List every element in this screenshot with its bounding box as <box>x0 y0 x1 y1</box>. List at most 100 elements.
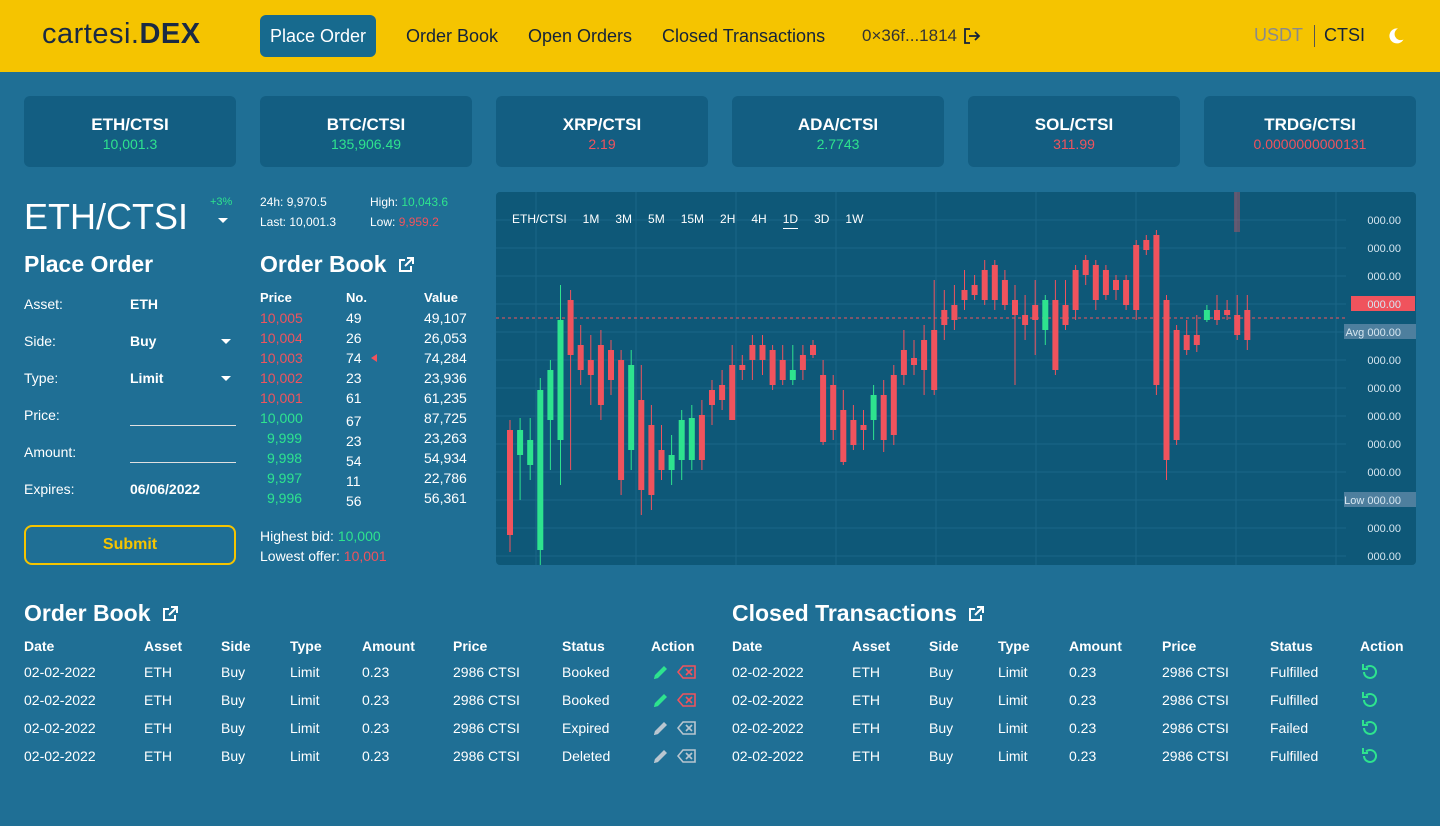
candle-body[interactable] <box>759 345 766 360</box>
order-book-row[interactable]: 9,998 54 54,934 <box>260 450 480 470</box>
candle-body[interactable] <box>638 400 645 490</box>
type-chevron-down-icon[interactable] <box>221 376 231 381</box>
candle-body[interactable] <box>1234 315 1241 335</box>
edit-pencil-icon[interactable] <box>651 662 671 682</box>
ticker-btc-ctsi[interactable]: BTC/CTSI 135,906.49 <box>260 96 472 167</box>
candle-body[interactable] <box>1193 335 1200 345</box>
candle-body[interactable] <box>1022 315 1029 325</box>
candle-body[interactable] <box>1102 270 1109 295</box>
edit-pencil-icon[interactable] <box>651 690 671 710</box>
candle-body[interactable] <box>840 410 847 462</box>
logo[interactable]: cartesi.DEX <box>42 18 201 51</box>
candle-body[interactable] <box>880 395 887 440</box>
candle-body[interactable] <box>971 285 978 295</box>
candle-body[interactable] <box>830 385 837 430</box>
candle-body[interactable] <box>1123 280 1130 305</box>
candle-body[interactable] <box>961 290 968 300</box>
candle-body[interactable] <box>1163 300 1170 460</box>
candle-body[interactable] <box>991 265 998 300</box>
candle-body[interactable] <box>537 390 544 550</box>
nav-order-book[interactable]: Order Book <box>396 15 508 57</box>
ticker-trdg-ctsi[interactable]: TRDG/CTSI 0.0000000000131 <box>1204 96 1416 167</box>
candle-body[interactable] <box>1143 240 1150 250</box>
interval-tab[interactable]: 1M <box>583 212 600 229</box>
delete-backspace-icon[interactable] <box>677 746 697 766</box>
interval-tab[interactable]: 3M <box>615 212 632 229</box>
candle-body[interactable] <box>567 300 574 355</box>
interval-tab[interactable]: 5M <box>648 212 665 229</box>
candle-body[interactable] <box>1153 235 1160 385</box>
candle-body[interactable] <box>547 370 554 420</box>
candle-body[interactable] <box>789 370 796 380</box>
candle-body[interactable] <box>779 360 786 380</box>
candle-body[interactable] <box>618 360 625 480</box>
candle-body[interactable] <box>911 358 917 365</box>
candle-body[interactable] <box>1203 310 1210 320</box>
candle-body[interactable] <box>820 375 827 442</box>
ticker-sol-ctsi[interactable]: SOL/CTSI 311.99 <box>968 96 1180 167</box>
candle-body[interactable] <box>931 330 938 390</box>
candle-body[interactable] <box>951 305 958 320</box>
candle-body[interactable] <box>981 270 988 300</box>
candle-body[interactable] <box>1173 330 1180 440</box>
submit-button[interactable]: Submit <box>24 525 236 565</box>
candle-body[interactable] <box>668 455 675 470</box>
candle-body[interactable] <box>1001 280 1008 305</box>
side-chevron-down-icon[interactable] <box>221 339 231 344</box>
nav-open-orders[interactable]: Open Orders <box>518 15 642 57</box>
candle-body[interactable] <box>729 365 736 420</box>
candle-body[interactable] <box>749 345 756 360</box>
candle-body[interactable] <box>1092 265 1099 300</box>
interval-tab[interactable]: 15M <box>681 212 704 229</box>
candle-body[interactable] <box>517 430 524 455</box>
redo-icon[interactable] <box>1360 690 1380 710</box>
interval-tab[interactable]: 4H <box>751 212 766 229</box>
candle-body[interactable] <box>507 430 513 535</box>
candle-body[interactable] <box>900 350 907 375</box>
candle-body[interactable] <box>688 418 695 460</box>
currency-usdt[interactable]: USDT <box>1254 25 1303 46</box>
candle-body[interactable] <box>850 420 857 445</box>
candlestick-chart[interactable]: 000.00 000.00 000.00 000.00 Avg 000.00 000.00… <box>496 192 1416 565</box>
candle-body[interactable] <box>648 425 655 495</box>
candle-body[interactable] <box>587 360 594 375</box>
candle-body[interactable] <box>1224 310 1231 315</box>
candle-body[interactable] <box>678 420 685 460</box>
amount-input[interactable] <box>130 439 236 463</box>
order-book-row[interactable]: 10,003 74 74,284 <box>260 350 480 370</box>
candle-body[interactable] <box>1133 245 1140 310</box>
ticker-eth-ctsi[interactable]: ETH/CTSI 10,001.3 <box>24 96 236 167</box>
candle-body[interactable] <box>810 345 816 355</box>
interval-tab[interactable]: 3D <box>814 212 829 229</box>
candle-body[interactable] <box>608 350 614 380</box>
candle-body[interactable] <box>1072 270 1079 310</box>
ticker-xrp-ctsi[interactable]: XRP/CTSI 2.19 <box>496 96 708 167</box>
candle-body[interactable] <box>1082 260 1089 275</box>
delete-backspace-icon[interactable] <box>677 662 697 682</box>
nav-closed-transactions[interactable]: Closed Transactions <box>652 15 835 57</box>
candle-body[interactable] <box>870 395 877 420</box>
candle-body[interactable] <box>1113 280 1119 290</box>
interval-tab[interactable]: 1D <box>782 212 799 229</box>
expires-date-field[interactable]: 06/06/2022 <box>130 481 200 497</box>
candle-body[interactable] <box>1032 305 1039 320</box>
candle-body[interactable] <box>921 340 928 370</box>
external-link-icon[interactable] <box>967 605 985 623</box>
candle-body[interactable] <box>799 355 806 370</box>
price-input[interactable] <box>130 402 236 426</box>
price-chart[interactable]: ETH/CTSI 1M 3M 5M 15M 2H 4H 1D 3D 1W 000.00 000.0… <box>496 192 1416 565</box>
order-book-row[interactable]: 9,997 11 22,786 <box>260 470 480 490</box>
candle-body[interactable] <box>941 310 948 325</box>
order-book-row[interactable]: 10,002 23 23,936 <box>260 370 480 390</box>
candle-body[interactable] <box>1042 300 1049 330</box>
interval-tab[interactable]: 2H <box>720 212 735 229</box>
candle-body[interactable] <box>1214 310 1220 320</box>
candle-body[interactable] <box>719 385 726 400</box>
candle-body[interactable] <box>890 375 897 435</box>
order-book-row[interactable]: 9,999 23 23,263 <box>260 430 480 450</box>
candle-body[interactable] <box>557 320 564 440</box>
candle-body[interactable] <box>698 415 705 460</box>
logout-icon[interactable] <box>963 27 981 45</box>
order-book-row[interactable]: 9,996 56 56,361 <box>260 490 480 510</box>
redo-icon[interactable] <box>1360 746 1380 766</box>
